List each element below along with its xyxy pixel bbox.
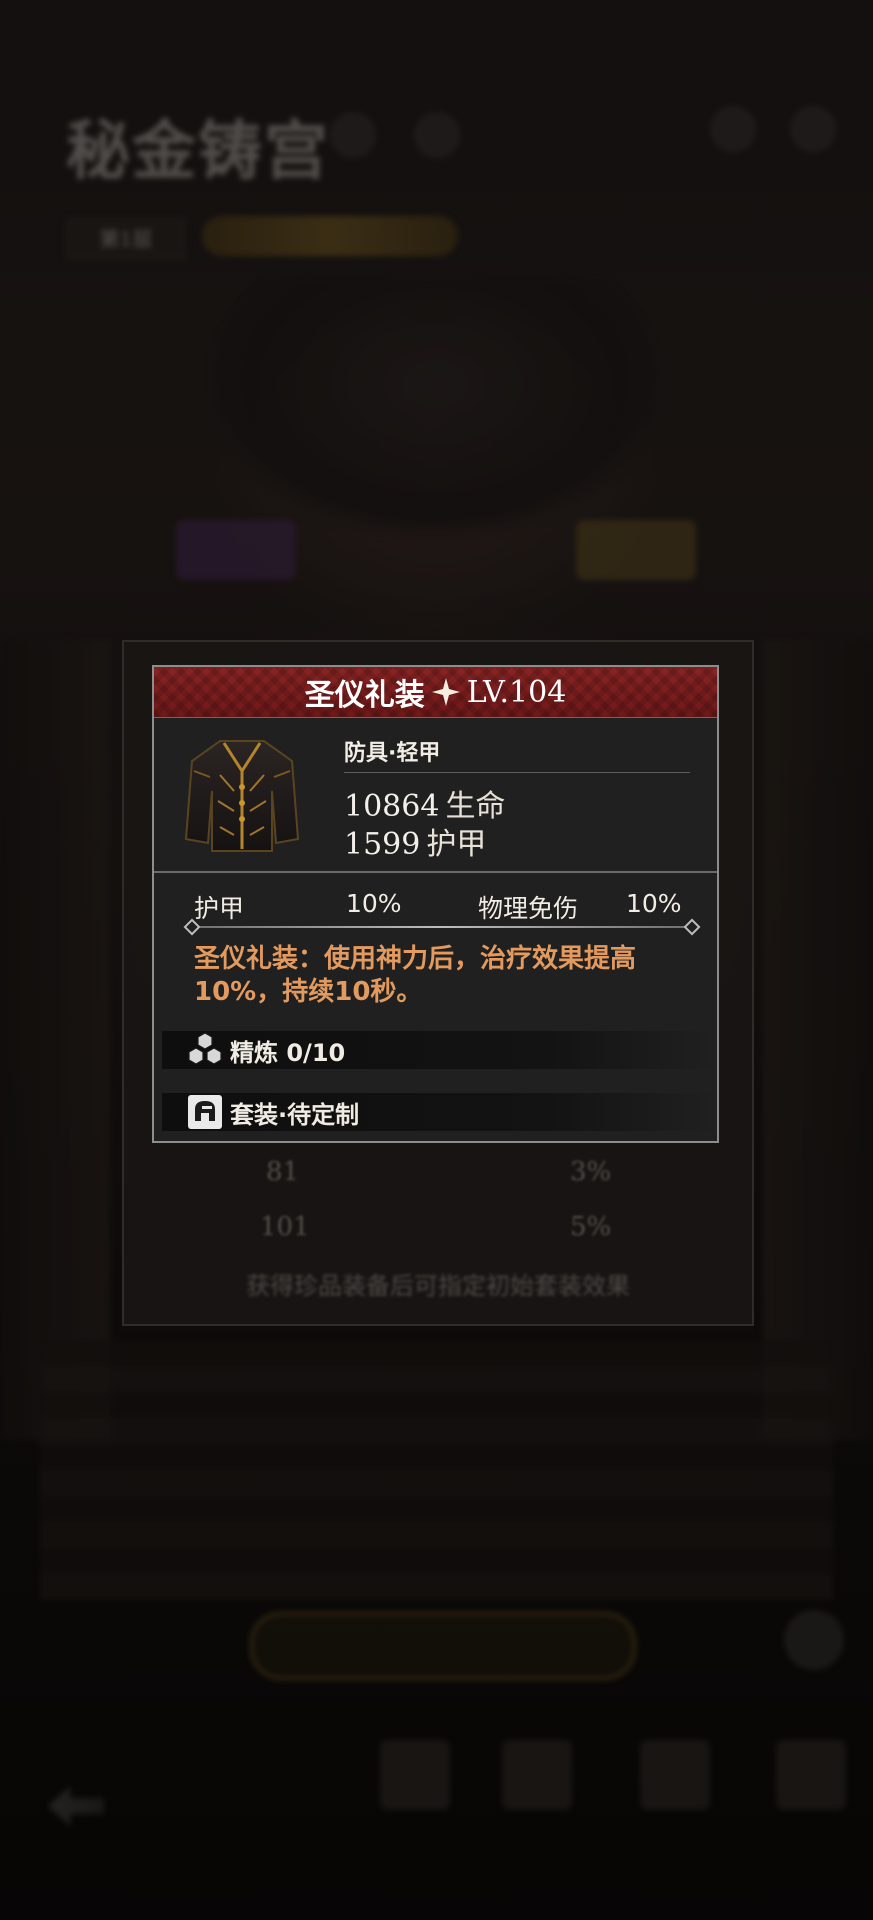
refine-label: 精炼 0/10	[230, 1038, 346, 1067]
ornate-divider	[192, 926, 692, 928]
star-icon	[431, 678, 460, 706]
refine-hexagons-icon	[188, 1032, 222, 1065]
divider	[154, 871, 717, 873]
set-label: 套装·待定制	[230, 1100, 360, 1129]
sub-stat-label: 护甲	[194, 894, 245, 923]
item-summary: 防具·轻甲 10864 生命 1599 护甲	[154, 717, 717, 867]
divider	[344, 772, 690, 773]
sub-stat-value: 10%	[346, 889, 402, 918]
armor-jacket-icon	[184, 740, 300, 852]
set-effect-description: 圣仪礼装：使用神力后，治疗效果提高10%，持续10秒。	[194, 944, 637, 1007]
sub-stat-value: 10%	[626, 889, 682, 918]
set-helmet-icon	[188, 1095, 222, 1129]
item-type: 防具·轻甲	[344, 741, 441, 766]
refine-row[interactable]: 精炼 0/10	[162, 1031, 717, 1069]
item-level: LV.104	[466, 674, 567, 710]
sub-stat-label: 物理免伤	[478, 894, 579, 923]
item-tooltip: 圣仪礼装 LV.104 防具·轻甲 10864 生命 1599 护甲 护甲 10…	[152, 665, 719, 1143]
main-stat-armor: 1599 护甲	[344, 827, 487, 862]
item-name: 圣仪礼装	[304, 678, 425, 713]
item-header: 圣仪礼装 LV.104	[154, 667, 717, 718]
sub-stats-row: 护甲 10% 物理免伤 10%	[194, 887, 694, 927]
set-row[interactable]: 套装·待定制	[162, 1093, 717, 1131]
